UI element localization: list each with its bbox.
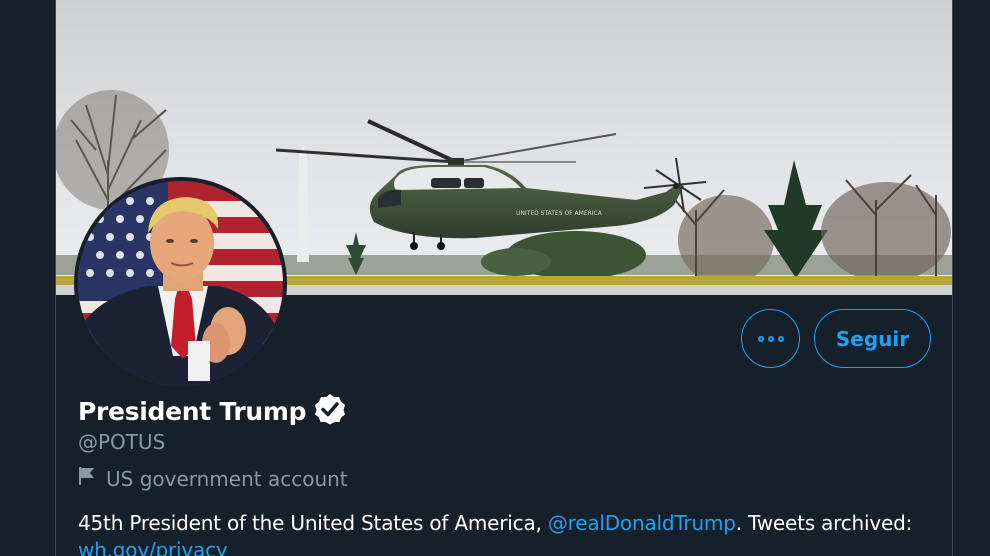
government-account-label: US government account (78, 466, 348, 491)
profile-avatar[interactable] (74, 177, 287, 390)
government-account-text: US government account (106, 466, 348, 491)
bio-text: 45th President of the United States of A… (78, 511, 548, 535)
profile-name: President Trump (78, 396, 307, 426)
profile-bio: 45th President of the United States of A… (78, 510, 948, 556)
bio-text-continued: . Tweets archived: (735, 511, 913, 535)
flag-icon (78, 466, 96, 491)
profile-name-row: President Trump (78, 393, 346, 429)
more-options-button[interactable] (741, 309, 800, 368)
follow-button[interactable]: Seguir (814, 309, 931, 368)
bio-mention-link[interactable]: @realDonaldTrump (548, 511, 736, 535)
verified-badge-icon (314, 393, 346, 429)
helicopter-lettering: UNITED STATES OF AMERICA (516, 210, 603, 217)
bio-url-link[interactable]: wh.gov/privacy (78, 538, 228, 556)
profile-card: UNITED STATES OF AMERICA Seguir Presiden… (55, 0, 953, 556)
profile-actions: Seguir (741, 309, 931, 368)
profile-handle: @POTUS (78, 430, 166, 454)
more-dots-icon (757, 335, 784, 342)
